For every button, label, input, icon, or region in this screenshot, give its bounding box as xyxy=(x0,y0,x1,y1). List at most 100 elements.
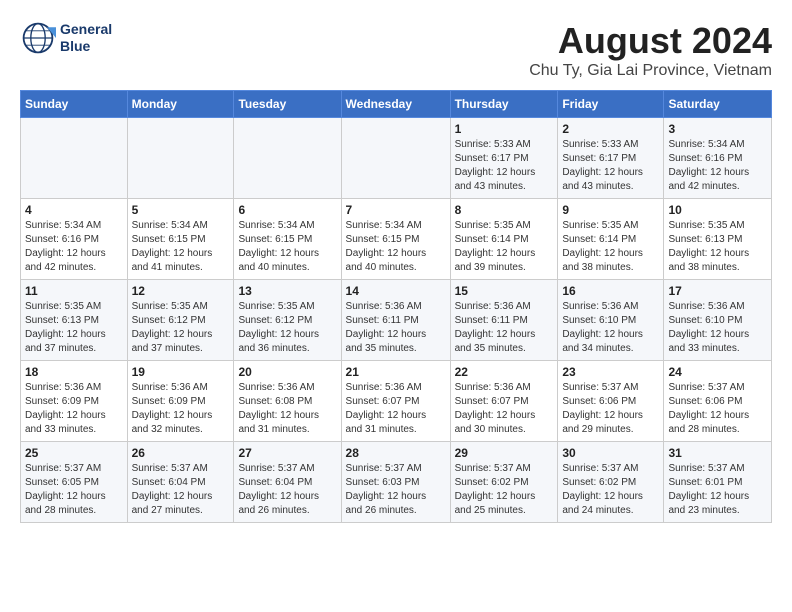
day-number: 19 xyxy=(132,365,230,379)
calendar-table: SundayMondayTuesdayWednesdayThursdayFrid… xyxy=(20,90,772,523)
day-number: 12 xyxy=(132,284,230,298)
calendar-week-3: 11Sunrise: 5:35 AM Sunset: 6:13 PM Dayli… xyxy=(21,280,772,361)
column-header-thursday: Thursday xyxy=(450,91,558,118)
calendar-cell: 7Sunrise: 5:34 AM Sunset: 6:15 PM Daylig… xyxy=(341,199,450,280)
calendar-subtitle: Chu Ty, Gia Lai Province, Vietnam xyxy=(529,62,772,80)
day-number: 22 xyxy=(455,365,554,379)
day-info: Sunrise: 5:34 AM Sunset: 6:15 PM Dayligh… xyxy=(346,219,446,275)
day-number: 31 xyxy=(668,446,767,460)
calendar-cell xyxy=(341,118,450,199)
calendar-cell: 24 Sunrise: 5:37 AM Sunset: 6:06 PM Dayli… xyxy=(664,361,772,442)
calendar-header-row: SundayMondayTuesdayWednesdayThursdayFrid… xyxy=(21,91,772,118)
day-number: 10 xyxy=(668,203,767,217)
column-header-saturday: Saturday xyxy=(664,91,772,118)
calendar-cell: 22 Sunrise: 5:36 AM Sunset: 6:07 PM Dayli… xyxy=(450,361,558,442)
day-info: Sunrise: 5:36 AM Sunset: 6:09 PM Dayligh… xyxy=(132,381,230,437)
calendar-cell: 17 Sunrise: 5:36 AM Sunset: 6:10 PM Dayli… xyxy=(664,280,772,361)
day-number: 26 xyxy=(132,446,230,460)
day-number: 1 xyxy=(455,122,554,136)
column-header-friday: Friday xyxy=(558,91,664,118)
day-number: 6 xyxy=(238,203,336,217)
calendar-week-1: 1 Sunrise: 5:33 AM Sunset: 6:17 PM Daylig… xyxy=(21,118,772,199)
day-info: Sunrise: 5:36 AM Sunset: 6:10 PM Dayligh… xyxy=(562,300,659,356)
calendar-cell: 10 Sunrise: 5:35 AM Sunset: 6:13 PM Dayli… xyxy=(664,199,772,280)
calendar-cell: 26 Sunrise: 5:37 AM Sunset: 6:04 PM Dayli… xyxy=(127,442,234,523)
calendar-cell: 27Sunrise: 5:37 AM Sunset: 6:04 PM Dayli… xyxy=(234,442,341,523)
calendar-cell xyxy=(234,118,341,199)
column-header-monday: Monday xyxy=(127,91,234,118)
day-info: Sunrise: 5:35 AM Sunset: 6:14 PM Dayligh… xyxy=(562,219,659,275)
day-number: 15 xyxy=(455,284,554,298)
day-number: 16 xyxy=(562,284,659,298)
day-number: 30 xyxy=(562,446,659,460)
day-info: Sunrise: 5:36 AM Sunset: 6:11 PM Dayligh… xyxy=(455,300,554,356)
logo-line1: General xyxy=(60,21,112,38)
calendar-cell: 21Sunrise: 5:36 AM Sunset: 6:07 PM Dayli… xyxy=(341,361,450,442)
day-info: Sunrise: 5:36 AM Sunset: 6:09 PM Dayligh… xyxy=(25,381,123,437)
calendar-cell: 8 Sunrise: 5:35 AM Sunset: 6:14 PM Daylig… xyxy=(450,199,558,280)
day-info: Sunrise: 5:35 AM Sunset: 6:14 PM Dayligh… xyxy=(455,219,554,275)
calendar-cell xyxy=(127,118,234,199)
calendar-cell: 6Sunrise: 5:34 AM Sunset: 6:15 PM Daylig… xyxy=(234,199,341,280)
calendar-cell: 20 Sunrise: 5:36 AM Sunset: 6:08 PM Dayli… xyxy=(234,361,341,442)
day-number: 21 xyxy=(346,365,446,379)
page-header: General Blue August 2024 Chu Ty, Gia Lai… xyxy=(20,20,772,80)
day-info: Sunrise: 5:35 AM Sunset: 6:12 PM Dayligh… xyxy=(132,300,230,356)
day-info: Sunrise: 5:34 AM Sunset: 6:16 PM Dayligh… xyxy=(25,219,123,275)
title-block: August 2024 Chu Ty, Gia Lai Province, Vi… xyxy=(529,20,772,80)
calendar-cell: 31 Sunrise: 5:37 AM Sunset: 6:01 PM Dayli… xyxy=(664,442,772,523)
day-number: 25 xyxy=(25,446,123,460)
day-number: 2 xyxy=(562,122,659,136)
calendar-week-4: 18Sunrise: 5:36 AM Sunset: 6:09 PM Dayli… xyxy=(21,361,772,442)
calendar-cell: 14 Sunrise: 5:36 AM Sunset: 6:11 PM Dayli… xyxy=(341,280,450,361)
day-info: Sunrise: 5:37 AM Sunset: 6:02 PM Dayligh… xyxy=(455,462,554,518)
calendar-week-5: 25 Sunrise: 5:37 AM Sunset: 6:05 PM Dayli… xyxy=(21,442,772,523)
day-info: Sunrise: 5:37 AM Sunset: 6:02 PM Dayligh… xyxy=(562,462,659,518)
day-info: Sunrise: 5:35 AM Sunset: 6:13 PM Dayligh… xyxy=(668,219,767,275)
calendar-cell: 4Sunrise: 5:34 AM Sunset: 6:16 PM Daylig… xyxy=(21,199,128,280)
calendar-cell: 16 Sunrise: 5:36 AM Sunset: 6:10 PM Dayli… xyxy=(558,280,664,361)
calendar-cell: 18Sunrise: 5:36 AM Sunset: 6:09 PM Dayli… xyxy=(21,361,128,442)
logo-icon xyxy=(20,20,56,56)
day-info: Sunrise: 5:36 AM Sunset: 6:07 PM Dayligh… xyxy=(455,381,554,437)
day-number: 11 xyxy=(25,284,123,298)
day-number: 13 xyxy=(238,284,336,298)
day-info: Sunrise: 5:34 AM Sunset: 6:16 PM Dayligh… xyxy=(668,138,767,194)
day-info: Sunrise: 5:34 AM Sunset: 6:15 PM Dayligh… xyxy=(132,219,230,275)
calendar-cell: 12 Sunrise: 5:35 AM Sunset: 6:12 PM Dayli… xyxy=(127,280,234,361)
day-number: 5 xyxy=(132,203,230,217)
day-info: Sunrise: 5:37 AM Sunset: 6:04 PM Dayligh… xyxy=(132,462,230,518)
day-info: Sunrise: 5:36 AM Sunset: 6:08 PM Dayligh… xyxy=(238,381,336,437)
column-header-tuesday: Tuesday xyxy=(234,91,341,118)
calendar-cell: 1Sunrise: 5:33 AM Sunset: 6:17 PM Daylig… xyxy=(450,118,558,199)
calendar-cell xyxy=(21,118,128,199)
day-number: 3 xyxy=(668,122,767,136)
calendar-cell: 13 Sunrise: 5:35 AM Sunset: 6:12 PM Dayli… xyxy=(234,280,341,361)
day-info: Sunrise: 5:36 AM Sunset: 6:11 PM Dayligh… xyxy=(346,300,446,356)
calendar-cell: 2 Sunrise: 5:33 AM Sunset: 6:17 PM Daylig… xyxy=(558,118,664,199)
day-number: 27 xyxy=(238,446,336,460)
day-number: 17 xyxy=(668,284,767,298)
calendar-cell: 30 Sunrise: 5:37 AM Sunset: 6:02 PM Dayli… xyxy=(558,442,664,523)
day-number: 14 xyxy=(346,284,446,298)
day-number: 24 xyxy=(668,365,767,379)
day-info: Sunrise: 5:33 AM Sunset: 6:17 PM Dayligh… xyxy=(562,138,659,194)
day-info: Sunrise: 5:35 AM Sunset: 6:12 PM Dayligh… xyxy=(238,300,336,356)
day-number: 29 xyxy=(455,446,554,460)
calendar-cell: 3 Sunrise: 5:34 AM Sunset: 6:16 PM Daylig… xyxy=(664,118,772,199)
calendar-cell: 29 Sunrise: 5:37 AM Sunset: 6:02 PM Dayli… xyxy=(450,442,558,523)
day-info: Sunrise: 5:37 AM Sunset: 6:06 PM Dayligh… xyxy=(668,381,767,437)
day-number: 8 xyxy=(455,203,554,217)
calendar-cell: 15 Sunrise: 5:36 AM Sunset: 6:11 PM Dayli… xyxy=(450,280,558,361)
day-info: Sunrise: 5:37 AM Sunset: 6:05 PM Dayligh… xyxy=(25,462,123,518)
day-info: Sunrise: 5:36 AM Sunset: 6:10 PM Dayligh… xyxy=(668,300,767,356)
logo: General Blue xyxy=(20,20,112,56)
day-number: 20 xyxy=(238,365,336,379)
column-header-wednesday: Wednesday xyxy=(341,91,450,118)
calendar-cell: 5 Sunrise: 5:34 AM Sunset: 6:15 PM Daylig… xyxy=(127,199,234,280)
column-header-sunday: Sunday xyxy=(21,91,128,118)
day-number: 28 xyxy=(346,446,446,460)
day-number: 23 xyxy=(562,365,659,379)
logo-line2: Blue xyxy=(60,38,112,55)
day-info: Sunrise: 5:37 AM Sunset: 6:01 PM Dayligh… xyxy=(668,462,767,518)
